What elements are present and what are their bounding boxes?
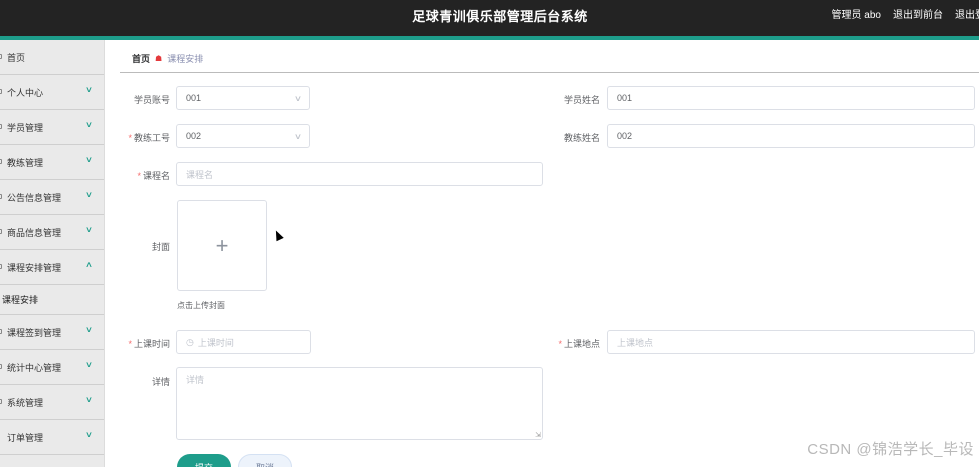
sidebar-subitem-course-schedule[interactable]: 课程安排 <box>0 285 104 315</box>
cover-upload-box[interactable]: + <box>177 200 267 291</box>
sidebar-item-label: 统计中心管理 <box>7 362 62 373</box>
breadcrumb: 首页 ☗ 课程安排 <box>132 52 203 65</box>
chevron-down-icon: ∨ <box>84 325 94 334</box>
class-time-label: * 上课时间 <box>128 339 170 349</box>
coach-name-field[interactable]: 002 <box>607 124 975 148</box>
cancel-button[interactable]: 取消 <box>238 454 292 467</box>
menu-bullet-icon <box>0 329 2 334</box>
top-navbar: 足球青训俱乐部管理后台系统 管理员 abo 退出到前台 退出登 <box>0 0 979 36</box>
sidebar-item-label: 个人中心 <box>7 87 44 98</box>
sidebar-item-products[interactable]: 商品信息管理 ∨ <box>0 215 104 250</box>
class-location-input[interactable]: 上课地点 <box>607 330 975 354</box>
sidebar-item-label: 系统管理 <box>7 397 44 408</box>
coach-id-select[interactable]: 002 ∨ <box>176 124 310 148</box>
chevron-down-icon: ∨ <box>84 155 94 164</box>
main-content: 首页 ☗ 课程安排 学员账号 001 ∨ 学员姓名 001 * 教练工号 002 ∨ … <box>120 40 979 467</box>
logout-link[interactable]: 退出登 <box>955 6 979 21</box>
menu-bullet-icon <box>0 124 2 129</box>
top-right-actions: 管理员 abo 退出到前台 退出登 <box>832 6 979 21</box>
clock-icon: ◷ <box>186 336 194 347</box>
sidebar-item-home[interactable]: 首页 <box>0 40 104 75</box>
chevron-down-icon: ∨ <box>84 395 94 404</box>
sidebar-item-statistics[interactable]: 统计中心管理 ∨ <box>0 350 104 385</box>
chevron-down-icon: ∨ <box>293 94 303 103</box>
home-icon: ☗ <box>155 54 163 63</box>
sidebar-item-label: 教练管理 <box>7 157 44 168</box>
chevron-down-icon: ∨ <box>84 85 94 94</box>
sidebar-item-system[interactable]: 系统管理 ∨ <box>0 385 104 420</box>
details-textarea[interactable]: 详情 ⇲ <box>176 367 543 440</box>
cover-upload-hint: 点击上传封面 <box>177 301 225 310</box>
sidebar-item-label: 公告信息管理 <box>7 192 62 203</box>
sidebar-item-label: 商品信息管理 <box>7 227 62 238</box>
sidebar-item-label: 订单管理 <box>7 432 44 443</box>
breadcrumb-home[interactable]: 首页 <box>132 52 150 65</box>
course-name-label: * 课程名 <box>137 171 170 181</box>
details-label: 详情 <box>151 377 170 387</box>
admin-user-label: 管理员 abo <box>831 10 881 21</box>
sidebar-item-students[interactable]: 学员管理 ∨ <box>0 110 104 145</box>
student-account-select[interactable]: 001 ∨ <box>176 86 310 110</box>
sidebar-menu: 首页 个人中心 ∨ 学员管理 ∨ 教练管理 ∨ 公告信息管理 ∨ 商品信息管理 ∨ 课程安… <box>0 40 105 467</box>
class-location-label: * 上课地点 <box>558 339 600 349</box>
chevron-up-icon: ∧ <box>84 260 94 269</box>
resize-handle-icon[interactable]: ⇲ <box>535 431 541 439</box>
chevron-down-icon: ∨ <box>84 430 94 439</box>
menu-bullet-icon <box>0 159 2 164</box>
submit-button[interactable]: 提交 <box>177 454 231 467</box>
watermark: CSDN @锦浩学长_毕设 <box>807 441 974 458</box>
coach-name-label: 教练姓名 <box>563 133 600 143</box>
coach-id-label: * 教练工号 <box>128 133 170 143</box>
sidebar-item-course-schedule-mgmt[interactable]: 课程安排管理 ∧ <box>0 250 104 285</box>
sidebar-item-label: 首页 <box>7 52 26 63</box>
menu-bullet-icon <box>0 364 2 369</box>
course-name-input[interactable]: 课程名 <box>176 162 543 186</box>
menu-bullet-icon <box>0 54 2 59</box>
chevron-down-icon: ∨ <box>293 132 303 141</box>
menu-bullet-icon <box>0 264 2 269</box>
back-to-frontend-link[interactable]: 退出到前台 <box>893 6 943 21</box>
sidebar-item-announcements[interactable]: 公告信息管理 ∨ <box>0 180 104 215</box>
menu-bullet-icon <box>0 229 2 234</box>
student-name-label: 学员姓名 <box>563 95 600 105</box>
breadcrumb-divider <box>120 72 979 73</box>
sidebar-item-label: 课程安排 <box>2 295 39 305</box>
menu-bullet-icon <box>0 89 2 94</box>
sidebar-item-label: 课程安排管理 <box>7 262 62 273</box>
breadcrumb-current: 课程安排 <box>167 54 204 64</box>
plus-icon: + <box>215 232 229 258</box>
student-account-label: 学员账号 <box>133 95 170 105</box>
class-time-picker[interactable]: ◷ 上课时间 <box>176 330 311 354</box>
sidebar-item-coaches[interactable]: 教练管理 ∨ <box>0 145 104 180</box>
student-name-field[interactable]: 001 <box>607 86 975 110</box>
menu-bullet-icon <box>0 399 2 404</box>
sidebar-item-profile[interactable]: 个人中心 ∨ <box>0 75 104 110</box>
chevron-down-icon: ∨ <box>84 120 94 129</box>
chevron-down-icon: ∨ <box>84 225 94 234</box>
sidebar-item-label: 课程签到管理 <box>7 327 62 338</box>
sidebar-item-checkin[interactable]: 课程签到管理 ∨ <box>0 315 104 350</box>
chevron-down-icon: ∨ <box>84 360 94 369</box>
chevron-down-icon: ∨ <box>84 190 94 199</box>
menu-bullet-icon <box>0 194 2 199</box>
cover-label: 封面 <box>151 242 170 252</box>
sidebar-item-label: 学员管理 <box>7 122 44 133</box>
sidebar-item-orders[interactable]: 订单管理 ∨ <box>0 420 104 455</box>
